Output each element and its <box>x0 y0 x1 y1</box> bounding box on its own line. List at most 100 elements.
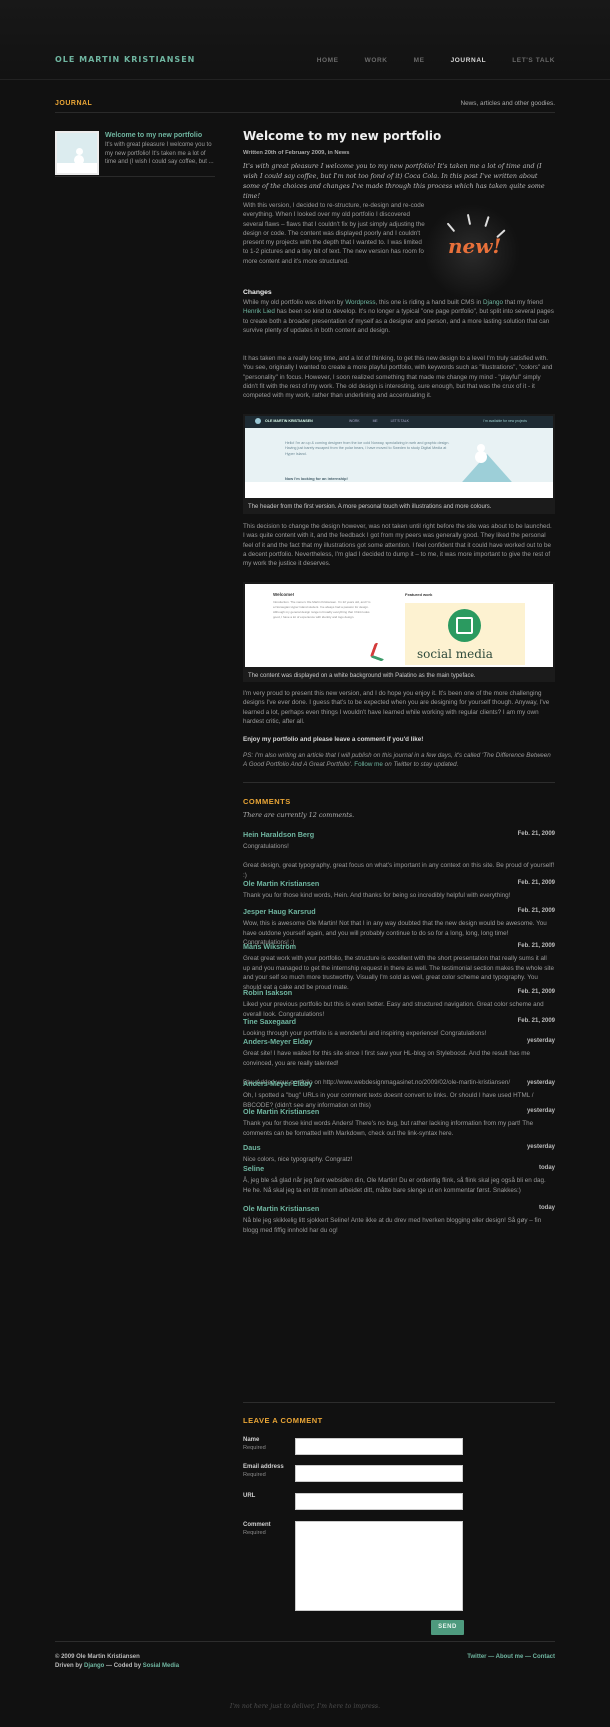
comment-date: yesterday <box>526 1144 555 1150</box>
comment-text: Great great work with your portfolio, th… <box>243 955 555 991</box>
django-link[interactable]: Django <box>483 299 503 306</box>
comment-item: Ole Martin Kristiansen yesterday Thank you… <box>243 1107 555 1138</box>
twitter-link[interactable]: Twitter <box>467 1654 486 1660</box>
comment-author[interactable]: Daus <box>243 1143 555 1152</box>
comment-item: Ole Martin Kristiansen Feb. 21, 2009 Thank… <box>243 879 555 901</box>
post-ps: PS: I'm also writing an article that I w… <box>243 752 551 769</box>
comment-item: Hein Haraldson Berg Feb. 21, 2009 Congratu… <box>243 830 555 880</box>
nav-lets-talk[interactable]: LET'S TALK <box>512 56 555 65</box>
section-bar: JOURNAL News, articles and other goodies… <box>55 99 555 113</box>
comment-author[interactable]: Ole Martin Kristiansen <box>243 879 555 888</box>
comment-author[interactable]: Tine Saxegaard <box>243 1017 555 1026</box>
comment-date: Feb. 21, 2009 <box>517 989 555 995</box>
credits: Driven by Django — Coded by Sosial Media <box>55 1663 180 1669</box>
comment-textarea[interactable] <box>295 1521 463 1611</box>
contact-link[interactable]: Contact <box>533 1654 555 1660</box>
name-label: Name Required <box>243 1437 266 1451</box>
comments-heading: COMMENTS <box>243 797 291 806</box>
about-me-link[interactable]: About me <box>496 1654 524 1660</box>
email-field[interactable] <box>295 1465 463 1482</box>
divider <box>243 782 555 783</box>
old-header-screenshot: OLE MARTIN KRISTIANSEN WORK ME LET'S TALK … <box>243 414 555 500</box>
name-field[interactable] <box>295 1438 463 1455</box>
comment-author[interactable]: Hein Haraldson Berg <box>243 830 555 839</box>
comment-date: Feb. 21, 2009 <box>517 943 555 949</box>
site-logo[interactable]: OLE MARTIN KRISTIANSEN <box>55 55 195 64</box>
comment-author[interactable]: Ole Martin Kristiansen <box>243 1204 555 1213</box>
comment-item: Daus yesterday Nice colors, nice typograph… <box>243 1143 555 1165</box>
comment-author[interactable]: Ole Martin Kristiansen <box>243 1107 555 1116</box>
comment-item: Anders-Meyer Eldøy yesterday Oh, I spotted… <box>243 1079 555 1110</box>
footer-divider <box>55 1641 555 1642</box>
wordpress-link[interactable]: Wordpress <box>345 299 375 306</box>
comment-author[interactable]: Anders-Meyer Eldøy <box>243 1079 555 1088</box>
comment-author[interactable]: Seline <box>243 1164 555 1173</box>
changes-heading: Changes <box>243 289 272 296</box>
url-field[interactable] <box>295 1493 463 1510</box>
comment-date: Feb. 21, 2009 <box>517 1018 555 1024</box>
post-intro: It's with great pleasure I welcome you t… <box>243 162 545 200</box>
comment-text: Nå ble jeg skikkelig litt sjokkert Selin… <box>243 1217 542 1234</box>
comment-date: today <box>538 1165 555 1171</box>
footer-tagline: I'm not here just to deliver, I'm here t… <box>229 1703 381 1710</box>
sidebar-post-excerpt: It's with great pleasure I welcome you t… <box>105 142 214 165</box>
leave-comment-heading: LEAVE A COMMENT <box>243 1416 323 1425</box>
copyright: © 2009 Ole Martin Kristiansen <box>55 1654 140 1660</box>
comments-list: Hein Haraldson Berg Feb. 21, 2009 Congratu… <box>243 830 555 1390</box>
footer-left: © 2009 Ole Martin Kristiansen Driven by … <box>55 1653 179 1671</box>
comment-date: yesterday <box>526 1108 555 1114</box>
post-paragraph-5: I'm very proud to present this new versi… <box>243 690 550 725</box>
follow-me-link[interactable]: Follow me <box>354 761 383 768</box>
post-paragraph-1: With this version, I decided to re-struc… <box>243 202 426 265</box>
url-label: URL <box>243 1493 256 1499</box>
comment-text: Thank you for those kind words, Hein. An… <box>243 892 511 900</box>
comment-date: Feb. 21, 2009 <box>517 908 555 914</box>
henrik-lied-link[interactable]: Henrik Lied <box>243 308 275 315</box>
post-paragraph-6: Enjoy my portfolio and please leave a co… <box>243 736 424 743</box>
email-label: Email address Required <box>243 1464 284 1478</box>
comment-date: today <box>538 1205 555 1211</box>
new-badge-text: new! <box>448 234 502 258</box>
comment-date: yesterday <box>526 1038 555 1044</box>
post-title: Welcome to my new portfolio <box>243 129 442 143</box>
comment-date: Feb. 21, 2009 <box>517 880 555 886</box>
comment-date: Feb. 21, 2009 <box>517 831 555 837</box>
comment-label: Comment Required <box>243 1522 271 1536</box>
sosial-media-link[interactable]: Sosial Media <box>143 1663 179 1669</box>
sidebar-post[interactable]: Welcome to my new portfolio It's with gr… <box>55 131 215 177</box>
nav-journal[interactable]: JOURNAL <box>451 56 487 65</box>
site-header: OLE MARTIN KRISTIANSEN HOME WORK ME JOUR… <box>0 0 610 80</box>
caption-1: The header from the first version. A mor… <box>243 500 555 514</box>
nav-me[interactable]: ME <box>414 56 425 65</box>
divider <box>243 1402 555 1403</box>
comment-form: Name Required Email address Required URL C… <box>243 1437 555 1637</box>
section-tagline: News, articles and other goodies. <box>460 100 556 107</box>
post-paragraph-4: This decision to change the design howev… <box>243 523 552 568</box>
django-footer-link[interactable]: Django <box>84 1663 104 1669</box>
nav-work[interactable]: WORK <box>365 56 388 65</box>
old-content-screenshot: Welcome! Introduction. The name's Ole Ma… <box>243 582 555 669</box>
comment-item: Tine Saxegaard Feb. 21, 2009 Looking throu… <box>243 1017 555 1039</box>
post-thumbnail[interactable] <box>55 131 99 175</box>
send-button[interactable]: SEND <box>431 1620 464 1635</box>
comments-count: There are currently 12 comments. <box>243 811 355 819</box>
post-paragraph-2: While my old portfolio was driven by Wor… <box>243 299 554 334</box>
comment-item: Ole Martin Kristiansen today Nå ble jeg sk… <box>243 1204 555 1235</box>
nav-home[interactable]: HOME <box>317 56 339 65</box>
snow-ground <box>57 163 97 173</box>
comment-author[interactable]: Jesper Haug Karsrud <box>243 907 555 916</box>
post-meta: Written 20th of February 2009, in News <box>243 150 350 156</box>
comment-date: yesterday <box>526 1080 555 1086</box>
new-badge-image: new! <box>424 204 520 300</box>
post-paragraph-3: It has taken me a really long time, and … <box>243 355 553 400</box>
comment-author[interactable]: Måns Wikström <box>243 942 555 951</box>
comment-author[interactable]: Robin Isakson <box>243 988 555 997</box>
caption-2: The content was displayed on a white bac… <box>243 669 555 682</box>
comment-author[interactable]: Anders-Meyer Eldøy <box>243 1037 555 1046</box>
footer-links: Twitter — About me — Contact <box>467 1654 555 1660</box>
comment-text: Thank you for those kind words Anders! T… <box>243 1120 534 1137</box>
section-title: JOURNAL <box>55 100 93 107</box>
main-nav: HOME WORK ME JOURNAL LET'S TALK <box>291 56 555 65</box>
snowman-head <box>76 148 83 155</box>
sidebar-post-title[interactable]: Welcome to my new portfolio <box>105 131 202 140</box>
